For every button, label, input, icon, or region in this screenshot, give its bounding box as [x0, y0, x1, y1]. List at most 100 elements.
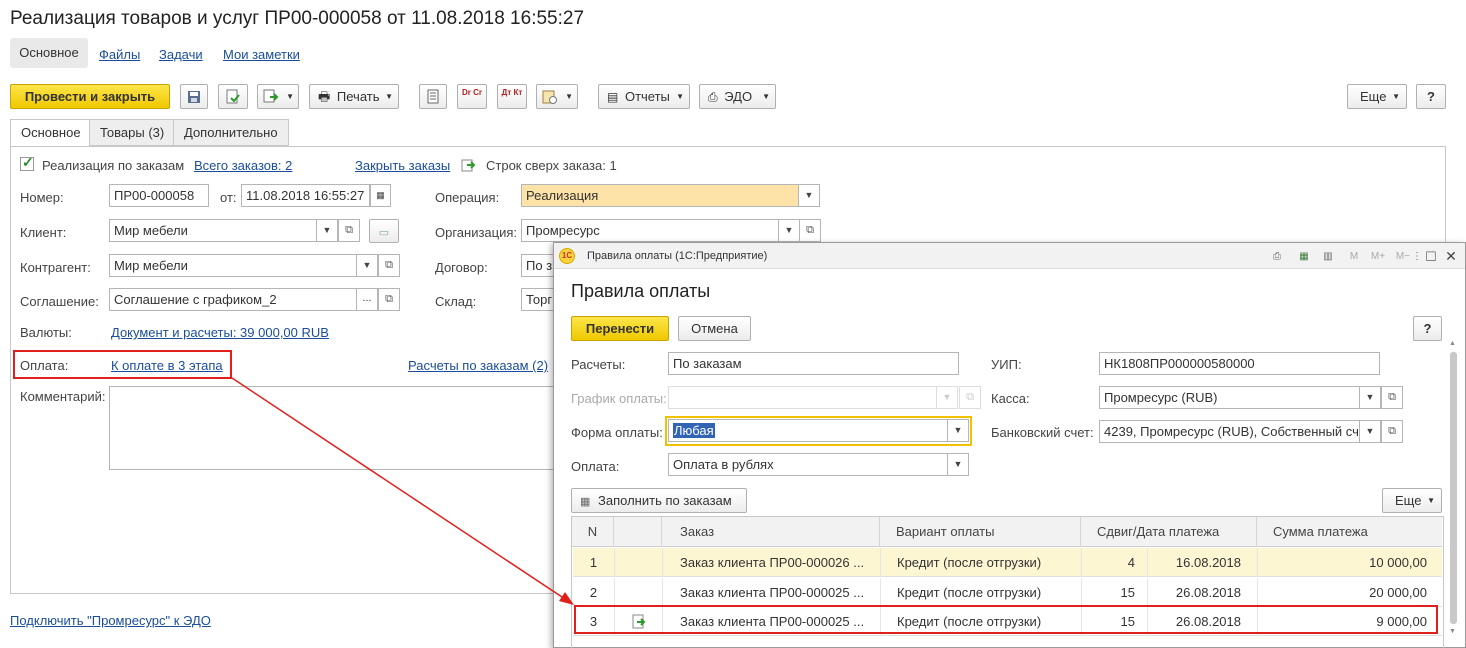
operation-field[interactable]: Реализация — [521, 184, 799, 207]
bank-account-field[interactable]: 4239, Промресурс (RUB), Собственный сч — [1099, 420, 1360, 443]
close-icon[interactable]: ✕ — [1444, 249, 1458, 263]
dialog-payment-dropdown[interactable]: ▼ — [948, 453, 969, 476]
client-field[interactable]: Мир мебели — [109, 219, 317, 242]
transfer-button[interactable]: Перенести — [571, 316, 669, 341]
client-card-button[interactable]: ▭ — [369, 219, 399, 243]
fill-by-orders-button[interactable]: ▦ Заполнить по заказам — [571, 488, 747, 513]
scroll-up-icon[interactable]: ▲ — [1449, 340, 1456, 347]
operation-dropdown[interactable]: ▼ — [799, 184, 820, 207]
col-variant[interactable]: Вариант оплаты — [880, 517, 1081, 547]
table-row[interactable]: 1 Заказ клиента ПР00-000026 ... Кредит (… — [573, 548, 1442, 577]
comment-field[interactable] — [109, 386, 559, 470]
tab-goods[interactable]: Товары (3) — [89, 119, 176, 146]
chevron-down-icon: ▼ — [953, 459, 963, 469]
cash-dropdown[interactable]: ▼ — [1360, 386, 1381, 409]
agreement-open-button[interactable]: ⧉ — [378, 288, 400, 311]
chevron-down-icon: ▼ — [385, 92, 393, 101]
organization-field[interactable]: Промресурс — [521, 219, 779, 242]
organization-dropdown[interactable]: ▼ — [779, 219, 800, 242]
help-button[interactable]: ? — [1416, 84, 1446, 109]
post-and-close-button[interactable]: Провести и закрыть — [10, 84, 170, 109]
date-field[interactable]: 11.08.2018 16:55:27 — [241, 184, 370, 207]
cash-field[interactable]: Промресурс (RUB) — [1099, 386, 1360, 409]
memory-m-icon[interactable]: M — [1348, 250, 1360, 263]
nav-tasks[interactable]: Задачи — [159, 47, 203, 62]
agreement-field[interactable]: Соглашение с графиком_2 — [109, 288, 357, 311]
nav-files[interactable]: Файлы — [99, 47, 140, 62]
cash-label: Касса: — [991, 391, 1030, 406]
fill-table-icon: ▦ — [580, 496, 591, 508]
organization-open-button[interactable]: ⧉ — [799, 219, 821, 242]
dialog-more-button[interactable]: Еще ▼ — [1382, 488, 1442, 513]
nav-notes[interactable]: Мои заметки — [223, 47, 300, 62]
col-sum[interactable]: Сумма платежа — [1257, 517, 1442, 547]
scrollbar-thumb[interactable] — [1450, 352, 1457, 624]
scroll-down-icon[interactable]: ▼ — [1449, 628, 1456, 635]
schedule-dropdown[interactable]: ▼ — [937, 386, 958, 409]
create-based-on-button[interactable]: ▼ — [257, 84, 299, 109]
calculator-icon[interactable]: ▦ — [1297, 250, 1311, 263]
edo-label: ЭДО — [724, 89, 753, 104]
calendar-icon: ▦ — [376, 190, 385, 200]
tab-additional[interactable]: Дополнительно — [173, 119, 289, 146]
col-order[interactable]: Заказ — [662, 517, 880, 547]
dt-cr-button[interactable]: Dr Cr — [457, 84, 487, 109]
document-list-icon — [427, 89, 439, 104]
structure-button[interactable] — [419, 84, 447, 109]
counterparty-open-button[interactable]: ⧉ — [378, 254, 400, 277]
number-field[interactable]: ПР00-000058 — [109, 184, 209, 207]
close-orders-link[interactable]: Закрыть заказы — [355, 158, 450, 173]
client-open-button[interactable]: ⧉ — [338, 219, 360, 242]
attachments-button[interactable]: ▼ — [536, 84, 578, 109]
row-sum: 20 000,00 — [1369, 585, 1427, 600]
counterparty-field[interactable]: Мир мебели — [109, 254, 357, 277]
more-label: Еще — [1360, 89, 1387, 104]
bank-account-dropdown[interactable]: ▼ — [1360, 420, 1381, 443]
dialog-payment-field[interactable]: Оплата в рублях — [668, 453, 948, 476]
currency-link[interactable]: Документ и расчеты: 39 000,00 RUB — [111, 325, 329, 340]
col-n[interactable]: N — [572, 517, 614, 547]
memory-m-plus-icon[interactable]: M+ — [1368, 250, 1388, 263]
maximize-icon[interactable]: ☐ — [1424, 250, 1438, 263]
row-date: 26.08.2018 — [1148, 578, 1258, 607]
settlements-field[interactable]: По заказам — [668, 352, 959, 375]
schedule-open-button[interactable]: ⧉ — [959, 386, 981, 409]
col-shift-date[interactable]: Сдвиг/Дата платежа — [1081, 517, 1257, 547]
order-settlements-link[interactable]: Расчеты по заказам (2) — [408, 358, 548, 373]
reports-button[interactable]: ▤ Отчеты ▼ — [598, 84, 690, 109]
calendar-button[interactable]: ▦ — [370, 184, 391, 207]
more-vertical-icon[interactable]: ⋮ — [1410, 250, 1424, 263]
schedule-field[interactable] — [668, 386, 937, 409]
tab-main[interactable]: Основное — [10, 119, 92, 147]
edo-button[interactable]: ⎙ ЭДО ▼ — [699, 84, 776, 109]
bank-account-open-button[interactable]: ⧉ — [1381, 420, 1403, 443]
client-dropdown[interactable]: ▼ — [317, 219, 338, 242]
cancel-button[interactable]: Отмена — [678, 316, 751, 341]
dialog-payment-label: Оплата: — [571, 459, 620, 474]
all-orders-link[interactable]: Всего заказов: 2 — [194, 158, 292, 173]
reports-label: Отчеты — [624, 89, 670, 104]
nav-main[interactable]: Основное — [10, 38, 88, 68]
dialog-scrollbar[interactable]: ▲ ▼ — [1448, 340, 1460, 640]
orders-checkbox[interactable]: ✓ — [20, 154, 34, 171]
counterparty-dropdown[interactable]: ▼ — [357, 254, 378, 277]
payment-link[interactable]: К оплате в 3 этапа — [111, 358, 223, 373]
table-row[interactable]: 2 Заказ клиента ПР00-000025 ... Кредит (… — [573, 578, 1442, 607]
calendar-icon[interactable]: ▥ — [1321, 250, 1335, 263]
dr-cr-icon: Dr Cr — [461, 88, 482, 97]
col-icon[interactable] — [614, 517, 662, 547]
agreement-select-button[interactable]: ... — [357, 288, 378, 311]
row-icon-cell — [615, 578, 663, 607]
print-button[interactable]: 🖶 Печать ▼ — [309, 84, 399, 109]
post-button[interactable] — [218, 84, 248, 109]
print-icon[interactable]: ⎙ — [1270, 250, 1284, 263]
save-button[interactable] — [180, 84, 208, 109]
payment-form-field[interactable]: Любая — [668, 419, 948, 442]
cash-open-button[interactable]: ⧉ — [1381, 386, 1403, 409]
payment-form-dropdown[interactable]: ▼ — [948, 419, 969, 442]
dt-kt-button[interactable]: Дт Кт — [497, 84, 527, 109]
dialog-help-button[interactable]: ? — [1413, 316, 1442, 341]
connect-edo-link[interactable]: Подключить "Промресурс" к ЭДО — [10, 613, 211, 628]
uip-field[interactable]: НК1808ПР000000580000 — [1099, 352, 1380, 375]
more-button[interactable]: Еще ▼ — [1347, 84, 1407, 109]
